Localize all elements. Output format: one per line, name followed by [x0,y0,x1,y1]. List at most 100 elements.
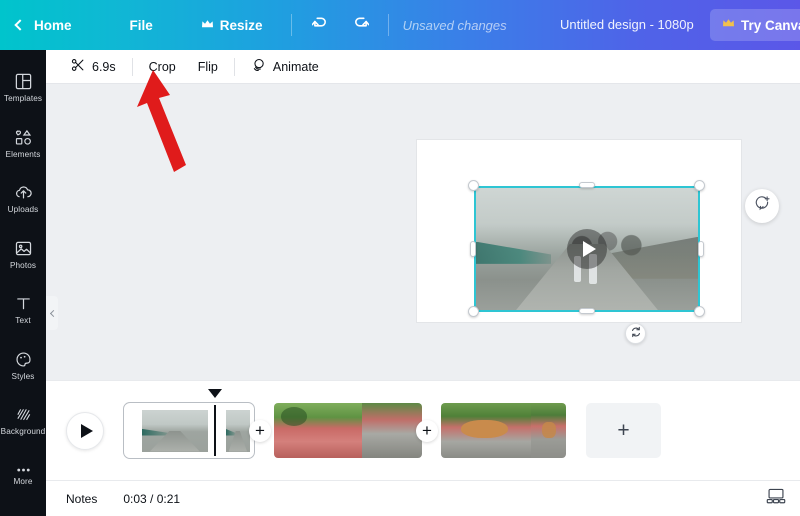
add-comment-icon [754,195,771,217]
try-canva-pro-label: Try Canva Pro [741,17,800,33]
scissors-icon [71,58,85,75]
time-display: 0:03 / 0:21 [123,491,181,506]
crop-label: Crop [148,59,176,74]
document-title: Untitled design - 1080p [560,17,694,32]
resize-handle-top-left[interactable] [468,180,479,191]
crown-icon [722,18,735,32]
save-status-text: Unsaved changes [402,17,507,33]
redo-icon [352,15,370,35]
uploads-icon [14,183,33,202]
clip-thumbnail [531,403,566,458]
elements-icon [14,128,33,147]
animate-icon [251,58,266,75]
undo-icon [311,15,329,35]
animate-button[interactable]: Animate [240,54,330,80]
add-clip-button-1[interactable]: + [249,419,271,442]
timeline-clip-1[interactable] [123,389,255,459]
sidebar-item-photos[interactable]: Photos [0,227,46,283]
sidebar-item-text[interactable]: Text [0,282,46,338]
add-comment-button[interactable] [745,189,779,223]
redo-button[interactable] [346,10,376,40]
canva-editor-window: Home File Resize Unsaved changes Untitle… [0,0,800,516]
text-icon [14,294,33,313]
duration-label: 6.9s [92,59,116,74]
resize-handle-right[interactable] [698,241,704,257]
notes-button[interactable]: Notes [60,488,103,510]
resize-label: Resize [219,17,263,33]
more-icon [14,466,33,474]
undo-button[interactable] [306,10,336,40]
sidebar-item-uploads[interactable]: Uploads [0,171,46,227]
home-button[interactable]: Home [14,8,82,42]
video-element[interactable] [475,187,699,311]
tool-divider-1 [131,57,133,76]
file-label: File [129,17,153,33]
video-play-button[interactable] [567,229,607,269]
sidebar-item-label: Elements [5,149,41,159]
resize-button[interactable]: Resize [191,8,273,42]
playhead-marker[interactable] [208,389,222,398]
sidebar-item-label: More [13,477,33,487]
toolbar-divider-2 [387,14,389,36]
sidebar-item-elements[interactable]: Elements [0,116,46,172]
crown-icon [201,18,214,33]
plus-icon: + [422,421,432,440]
timeline-clip-3[interactable] [441,403,566,458]
duration-button[interactable]: 6.9s [60,54,127,80]
flip-label: Flip [197,59,218,74]
resize-handle-bottom-left[interactable] [468,306,479,317]
chevron-left-icon [14,19,26,31]
sidebar-item-templates[interactable]: Templates [0,60,46,116]
sidebar-item-label: Templates [3,94,43,104]
panel-collapse-button[interactable] [46,296,58,330]
slideshow-view-button[interactable] [766,488,786,509]
plus-icon: + [255,421,265,440]
try-canva-pro-button[interactable]: Try Canva Pro [710,9,800,41]
clip-thumbnail [225,409,250,452]
sidebar-item-background[interactable]: Background [0,393,46,449]
rotate-icon [630,325,642,343]
top-navigation-bar: Home File Resize Unsaved changes Untitle… [0,0,800,50]
sidebar-item-label: Uploads [7,205,39,215]
file-menu-button[interactable]: File [120,8,163,42]
home-label: Home [34,17,72,33]
timeline-bar: + + + [46,380,800,480]
plus-icon: + [617,419,630,442]
canvas-workspace[interactable] [46,84,800,380]
crop-button[interactable]: Crop [138,54,187,80]
timeline-clip-2[interactable] [274,403,422,458]
clip-thumbnail [274,403,362,458]
playhead-line[interactable] [214,405,216,456]
resize-handle-top[interactable] [579,182,595,188]
slideshow-view-icon [766,488,786,509]
sidebar-item-label: Background [0,427,46,437]
clip-thumbnail [441,403,531,458]
clip-thumbnail [362,403,422,458]
resize-handle-top-right[interactable] [694,180,705,191]
rotate-handle[interactable] [625,323,646,344]
background-icon [14,405,33,424]
video-frame-fence [475,241,552,264]
chevron-left-icon [49,309,57,317]
animate-label: Animate [272,59,319,74]
flip-button[interactable]: Flip [187,54,229,80]
resize-handle-left[interactable] [470,241,476,257]
styles-icon [14,350,33,369]
add-page-button[interactable]: + [586,403,661,458]
resize-handle-bottom[interactable] [579,308,595,314]
play-icon [81,423,93,438]
element-toolbar: 6.9s Crop Flip Animate [46,50,800,84]
play-icon [582,241,596,257]
timeline-play-button[interactable] [66,411,104,450]
add-clip-button-2[interactable]: + [416,419,438,442]
tool-divider-2 [233,57,235,76]
toolbar-divider [290,14,292,36]
sidebar-item-label: Photos [9,260,37,270]
resize-handle-bottom-right[interactable] [694,306,705,317]
clip-thumbnail [142,409,208,452]
sidebar-item-more[interactable]: More [0,449,46,505]
bottom-status-bar: Notes 0:03 / 0:21 [46,480,800,516]
photos-icon [14,239,33,258]
sidebar-item-styles[interactable]: Styles [0,338,46,394]
sidebar-item-label: Styles [11,371,35,381]
